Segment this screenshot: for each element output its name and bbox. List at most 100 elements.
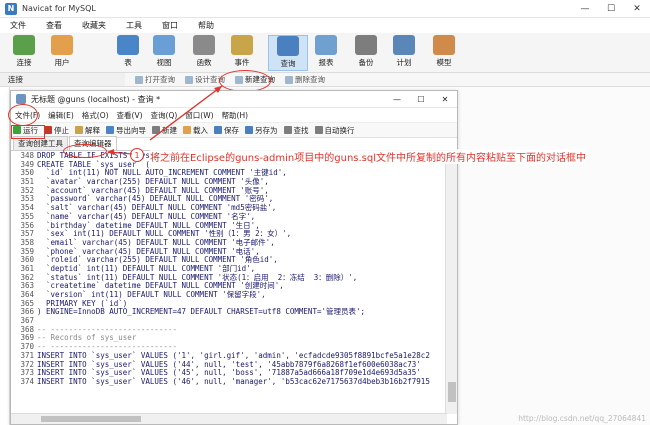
query-window-title-bar: 无标题 @guns (localhost) - 查询 * — ☐ ✕ bbox=[11, 91, 457, 108]
stop-label: 停止 bbox=[54, 125, 69, 135]
explain-button[interactable]: 解释 bbox=[75, 125, 100, 136]
watermark-text: http://blog.csdn.net/qq_27064841 bbox=[518, 414, 646, 423]
hscroll-thumb[interactable] bbox=[41, 416, 141, 422]
query-menu-window[interactable]: 窗口(W) bbox=[185, 110, 213, 121]
menu-view[interactable]: 查看 bbox=[36, 20, 72, 31]
toolbar-connect-button[interactable]: 连接 bbox=[4, 35, 44, 71]
word-wrap-button[interactable]: 自动换行 bbox=[314, 125, 355, 136]
query-menu-edit[interactable]: 编辑(E) bbox=[48, 110, 74, 121]
close-icon[interactable]: ✕ bbox=[624, 0, 650, 18]
main-window-title: Navicat for MySQL bbox=[22, 4, 96, 13]
query-maximize-icon[interactable]: ☐ bbox=[409, 91, 433, 108]
maximize-icon[interactable]: ☐ bbox=[598, 0, 624, 18]
open-query-icon bbox=[135, 75, 143, 84]
explain-label: 解释 bbox=[85, 125, 100, 135]
line-number: 374 bbox=[20, 376, 34, 386]
load-icon bbox=[183, 126, 191, 134]
delete-query-button[interactable]: 删除查询 bbox=[285, 74, 325, 85]
sql-editor[interactable]: 348 DROP TABLE IF EXISTS `sys_user`; 349 CR… bbox=[11, 152, 447, 414]
query-menu-view[interactable]: 查看(V) bbox=[117, 110, 143, 121]
query-minimize-icon[interactable]: — bbox=[385, 91, 409, 108]
model-icon bbox=[433, 35, 455, 55]
connection-tree-panel[interactable] bbox=[0, 87, 10, 425]
annotation-editor-tab-ellipse bbox=[63, 144, 107, 158]
new-button[interactable]: 新建 bbox=[152, 125, 177, 136]
connection-panel-label: 连接 bbox=[0, 73, 140, 87]
toolbar-label: 视图 bbox=[156, 58, 172, 67]
menu-tools[interactable]: 工具 bbox=[116, 20, 152, 31]
query-menu-help[interactable]: 帮助(H) bbox=[222, 110, 249, 121]
toolbar-label: 连接 bbox=[16, 58, 32, 67]
export-wizard-button[interactable]: 导出向导 bbox=[106, 125, 146, 136]
toolbar-report-button[interactable]: 报表 bbox=[306, 35, 346, 71]
annotation-step-number: 1 bbox=[130, 148, 144, 162]
open-query-button[interactable]: 打开查询 bbox=[135, 74, 175, 85]
save-button[interactable]: 保存 bbox=[214, 125, 239, 136]
annotation-new-query-ellipse bbox=[219, 70, 271, 92]
annotation-file-menu-circle bbox=[8, 104, 38, 126]
connect-icon bbox=[13, 35, 35, 55]
toolbar-label: 表 bbox=[124, 58, 132, 67]
design-query-icon bbox=[185, 75, 193, 84]
event-icon bbox=[231, 35, 253, 55]
toolbar-label: 模型 bbox=[436, 58, 452, 67]
word-wrap-label: 自动换行 bbox=[324, 125, 355, 135]
object-list-area[interactable] bbox=[458, 87, 650, 425]
toolbar-label: 查询 bbox=[280, 59, 296, 68]
load-label: 载入 bbox=[193, 125, 208, 135]
toolbar-label: 函数 bbox=[196, 58, 212, 67]
annotation-instruction-text: 将之前在Eclipse的guns-admin项目中的guns.sql文件中所复制… bbox=[150, 149, 587, 164]
vscroll-thumb[interactable] bbox=[448, 382, 456, 402]
find-label: 查找 bbox=[293, 125, 309, 135]
export-wizard-label: 导出向导 bbox=[116, 125, 146, 135]
find-icon bbox=[283, 126, 292, 134]
user-icon bbox=[51, 35, 73, 55]
load-button[interactable]: 载入 bbox=[183, 125, 208, 136]
toolbar-backup-button[interactable]: 备份 bbox=[346, 35, 386, 71]
menu-window[interactable]: 窗口 bbox=[152, 20, 188, 31]
minimize-icon[interactable]: — bbox=[572, 0, 598, 18]
delete-query-icon bbox=[285, 75, 293, 84]
menu-file[interactable]: 文件 bbox=[0, 20, 36, 31]
explain-icon bbox=[75, 126, 83, 134]
toolbar-label: 用户 bbox=[54, 58, 70, 67]
query-menu-format[interactable]: 格式(O) bbox=[82, 110, 109, 121]
schedule-icon bbox=[393, 35, 415, 55]
toolbar-user-button[interactable]: 用户 bbox=[42, 35, 82, 71]
menu-help[interactable]: 帮助 bbox=[188, 20, 224, 31]
toolbar-event-button[interactable]: 事件 bbox=[222, 35, 262, 71]
query-close-icon[interactable]: ✕ bbox=[433, 91, 457, 108]
menu-favorites[interactable]: 收藏夹 bbox=[72, 20, 116, 31]
word-wrap-icon bbox=[314, 126, 323, 134]
toolbar-label: 事件 bbox=[234, 58, 250, 67]
stop-button[interactable]: 停止 bbox=[44, 125, 69, 136]
toolbar-query-button[interactable]: 查询 bbox=[268, 35, 308, 71]
find-button[interactable]: 查找 bbox=[283, 125, 309, 136]
toolbar-label: 备份 bbox=[358, 58, 374, 67]
object-sub-toolbar: 打开查询 设计查询 新建查询 删除查询 bbox=[125, 73, 650, 87]
query-icon bbox=[277, 36, 299, 56]
query-window: 无标题 @guns (localhost) - 查询 * — ☐ ✕ 文件(F)… bbox=[10, 90, 458, 425]
query-menu-query[interactable]: 查询(Q) bbox=[151, 110, 178, 121]
stop-icon bbox=[44, 126, 52, 134]
code-line: 374 INSERT INTO `sys_user` VALUES ('46', … bbox=[11, 376, 447, 387]
main-toolbar: 连接 用户 表 视图 函数 事件 查询 报表 备份 计划 模型 bbox=[0, 33, 650, 73]
table-icon bbox=[117, 35, 139, 55]
view-icon bbox=[153, 35, 175, 55]
toolbar-function-button[interactable]: 函数 bbox=[184, 35, 224, 71]
toolbar-table-button[interactable]: 表 bbox=[108, 35, 148, 71]
navicat-app-icon: N bbox=[5, 2, 17, 15]
main-menubar: 文件 查看 收藏夹 工具 窗口 帮助 bbox=[0, 18, 650, 33]
editor-vertical-scrollbar[interactable] bbox=[445, 152, 457, 414]
main-title-bar: N Navicat for MySQL — ☐ ✕ bbox=[0, 0, 650, 18]
export-wizard-icon bbox=[106, 126, 114, 134]
editor-horizontal-scrollbar[interactable] bbox=[11, 413, 447, 424]
code-text: INSERT INTO `sys_user` VALUES ('46', nul… bbox=[37, 376, 430, 386]
toolbar-schedule-button[interactable]: 计划 bbox=[384, 35, 424, 71]
toolbar-model-button[interactable]: 模型 bbox=[424, 35, 464, 71]
query-menubar: 文件(F) 编辑(E) 格式(O) 查看(V) 查询(Q) 窗口(W) 帮助(H… bbox=[11, 108, 457, 122]
toolbar-view-button[interactable]: 视图 bbox=[144, 35, 184, 71]
report-icon bbox=[315, 35, 337, 55]
save-as-button[interactable]: 另存为 bbox=[245, 125, 278, 136]
code-text: ) ENGINE=InnoDB AUTO_INCREMENT=47 DEFAUL… bbox=[37, 307, 366, 317]
